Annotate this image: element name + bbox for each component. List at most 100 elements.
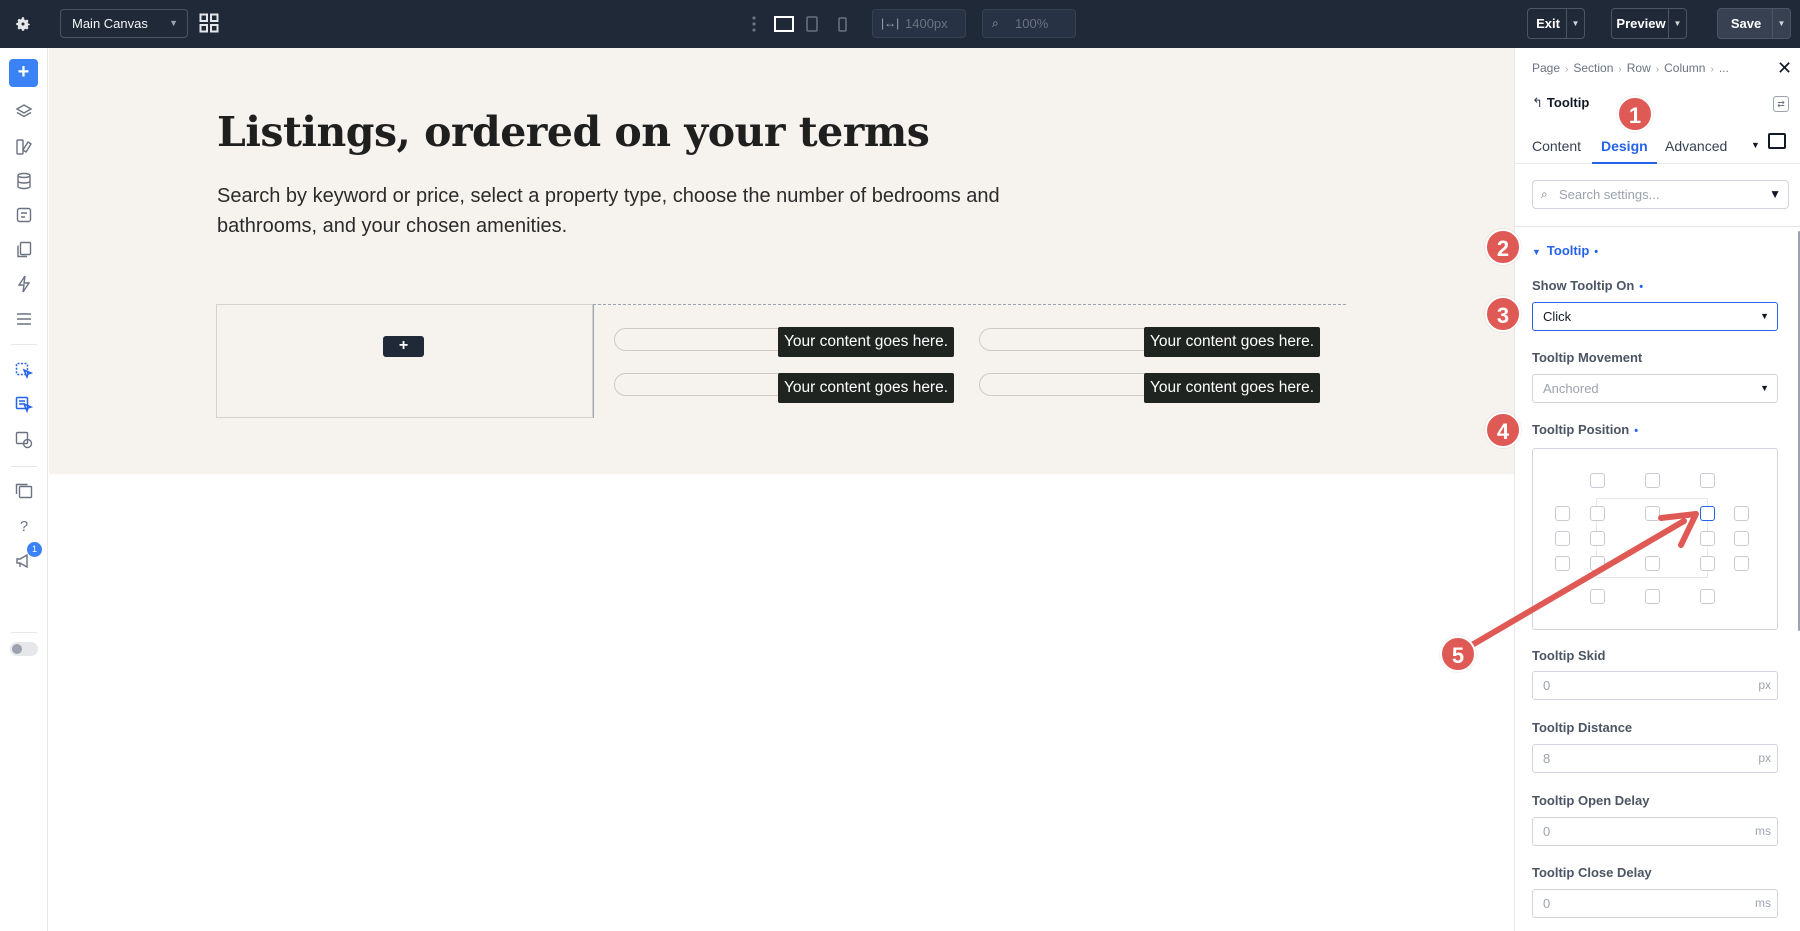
tooltip-bubble: Your content goes here. [1144,327,1321,357]
preset-icon[interactable] [1768,133,1786,149]
preview-dropdown-icon[interactable]: ▼ [1668,9,1686,38]
lightning-icon[interactable] [12,272,36,296]
empty-column[interactable] [216,304,593,418]
step-marker-1: 1 [1617,96,1653,132]
close-delay-value: 0 [1543,896,1551,911]
canvas-width-field[interactable]: |↔| 1400px [872,9,966,38]
show-on-label: Show Tooltip On • [1532,278,1643,293]
position-inner-bottom-start[interactable] [1590,556,1605,571]
open-delay-value: 0 [1543,824,1551,839]
open-delay-label: Tooltip Open Delay [1532,793,1650,808]
chevron-down-icon[interactable]: ▼ [1751,140,1760,150]
position-inner-top-start[interactable] [1590,506,1605,521]
position-bottom-start[interactable] [1590,589,1605,604]
left-rail: + ? 1 [0,48,48,931]
page-settings-icon[interactable] [12,203,36,227]
breadcrumb-item[interactable]: Page [1532,61,1560,75]
page-heading: Listings, ordered on your terms [217,108,930,156]
position-inner-end[interactable] [1700,531,1715,546]
database-icon[interactable] [12,169,36,193]
position-inner-bottom-end[interactable] [1700,556,1715,571]
position-right-end[interactable] [1734,556,1749,571]
pages-icon[interactable] [12,238,36,262]
list-icon[interactable] [12,307,36,331]
skid-unit[interactable]: px [1758,672,1771,699]
exit-dropdown-icon[interactable]: ▼ [1566,9,1584,38]
position-right[interactable] [1734,531,1749,546]
close-delay-input[interactable]: 0 ms [1532,889,1778,918]
hero-section[interactable]: Listings, ordered on your terms Search b… [49,48,1514,474]
distance-unit[interactable]: px [1758,745,1771,772]
close-icon[interactable]: ✕ [1777,58,1792,79]
layers-icon[interactable] [12,100,36,124]
open-delay-unit[interactable]: ms [1755,818,1771,845]
modified-dot-icon: • [1639,281,1644,293]
width-icon: |↔| [881,16,900,30]
add-module-button[interactable]: + [383,336,424,357]
theme-builder-icon[interactable] [12,135,36,159]
toggle-icon[interactable] [10,642,38,656]
skid-input[interactable]: 0 px [1532,671,1778,700]
canvas-select[interactable]: Main Canvas ▼ [60,9,188,38]
save-button[interactable]: Save ▼ [1717,8,1791,39]
position-right-start[interactable] [1734,506,1749,521]
phone-icon[interactable] [831,12,853,36]
movement-select[interactable]: Anchored ▼ [1532,374,1778,403]
position-left-start[interactable] [1555,506,1570,521]
globals-icon[interactable] [12,428,36,452]
zoom-field[interactable]: ⌕ 100% [982,9,1076,38]
search-settings-input[interactable]: ⌕ Search settings... ▼ [1532,180,1789,209]
save-label: Save [1730,16,1762,31]
position-inner-start[interactable] [1590,531,1605,546]
exit-button[interactable]: Exit ▼ [1527,8,1585,39]
tab-content[interactable]: Content [1532,132,1581,164]
tooltip-group-toggle[interactable]: ▼ Tooltip • [1532,243,1598,258]
distance-input[interactable]: 8 px [1532,744,1778,773]
show-on-label-text: Show Tooltip On [1532,278,1635,293]
position-top-end[interactable] [1700,473,1715,488]
close-delay-unit[interactable]: ms [1755,890,1771,917]
open-delay-input[interactable]: 0 ms [1532,817,1778,846]
position-left-end[interactable] [1555,556,1570,571]
stack-icon[interactable] [12,479,36,503]
chevron-right-icon: › [1655,64,1660,75]
panel-options-icon[interactable]: ⇄ [1773,96,1789,112]
desktop-icon[interactable] [772,12,796,36]
grid-icon[interactable] [198,12,220,34]
help-icon[interactable]: ? [12,514,36,538]
woo-alt-icon[interactable] [12,393,36,417]
breadcrumb-item[interactable]: Row [1627,61,1651,75]
position-top-start[interactable] [1590,473,1605,488]
skid-label: Tooltip Skid [1532,648,1606,663]
tablet-icon[interactable] [801,12,823,36]
add-icon[interactable]: + [9,59,38,87]
position-inner-top-end[interactable] [1700,506,1715,521]
breadcrumb-item[interactable]: Column [1664,61,1705,75]
position-label-text: Tooltip Position [1532,422,1630,437]
woo-icon[interactable] [12,359,36,383]
canvas-select-value: Main Canvas [72,16,148,31]
preview-button[interactable]: Preview ▼ [1611,8,1687,39]
filter-icon[interactable]: ▼ [1769,181,1781,208]
skid-value: 0 [1543,678,1551,693]
chevron-right-icon: › [1618,64,1622,75]
back-icon[interactable]: ↰ [1532,95,1543,110]
chevron-down-icon: ▼ [1760,311,1769,321]
gear-icon[interactable] [11,12,35,36]
position-bottom[interactable] [1645,589,1660,604]
position-inner-top[interactable] [1645,506,1660,521]
tab-design[interactable]: Design [1592,132,1657,164]
position-inner-bottom[interactable] [1645,556,1660,571]
tab-advanced[interactable]: Advanced [1665,132,1727,164]
kebab-icon[interactable] [748,12,760,36]
breadcrumb-item[interactable]: Section [1573,61,1613,75]
position-label: Tooltip Position • [1532,422,1638,437]
position-top[interactable] [1645,473,1660,488]
position-bottom-end[interactable] [1700,589,1715,604]
show-on-select[interactable]: Click ▼ [1532,302,1778,331]
breadcrumb-item[interactable]: ... [1719,61,1729,75]
save-dropdown-icon[interactable]: ▼ [1772,9,1790,38]
step-marker-3: 3 [1485,296,1521,332]
chevron-down-icon: ▼ [169,18,178,28]
position-left[interactable] [1555,531,1570,546]
